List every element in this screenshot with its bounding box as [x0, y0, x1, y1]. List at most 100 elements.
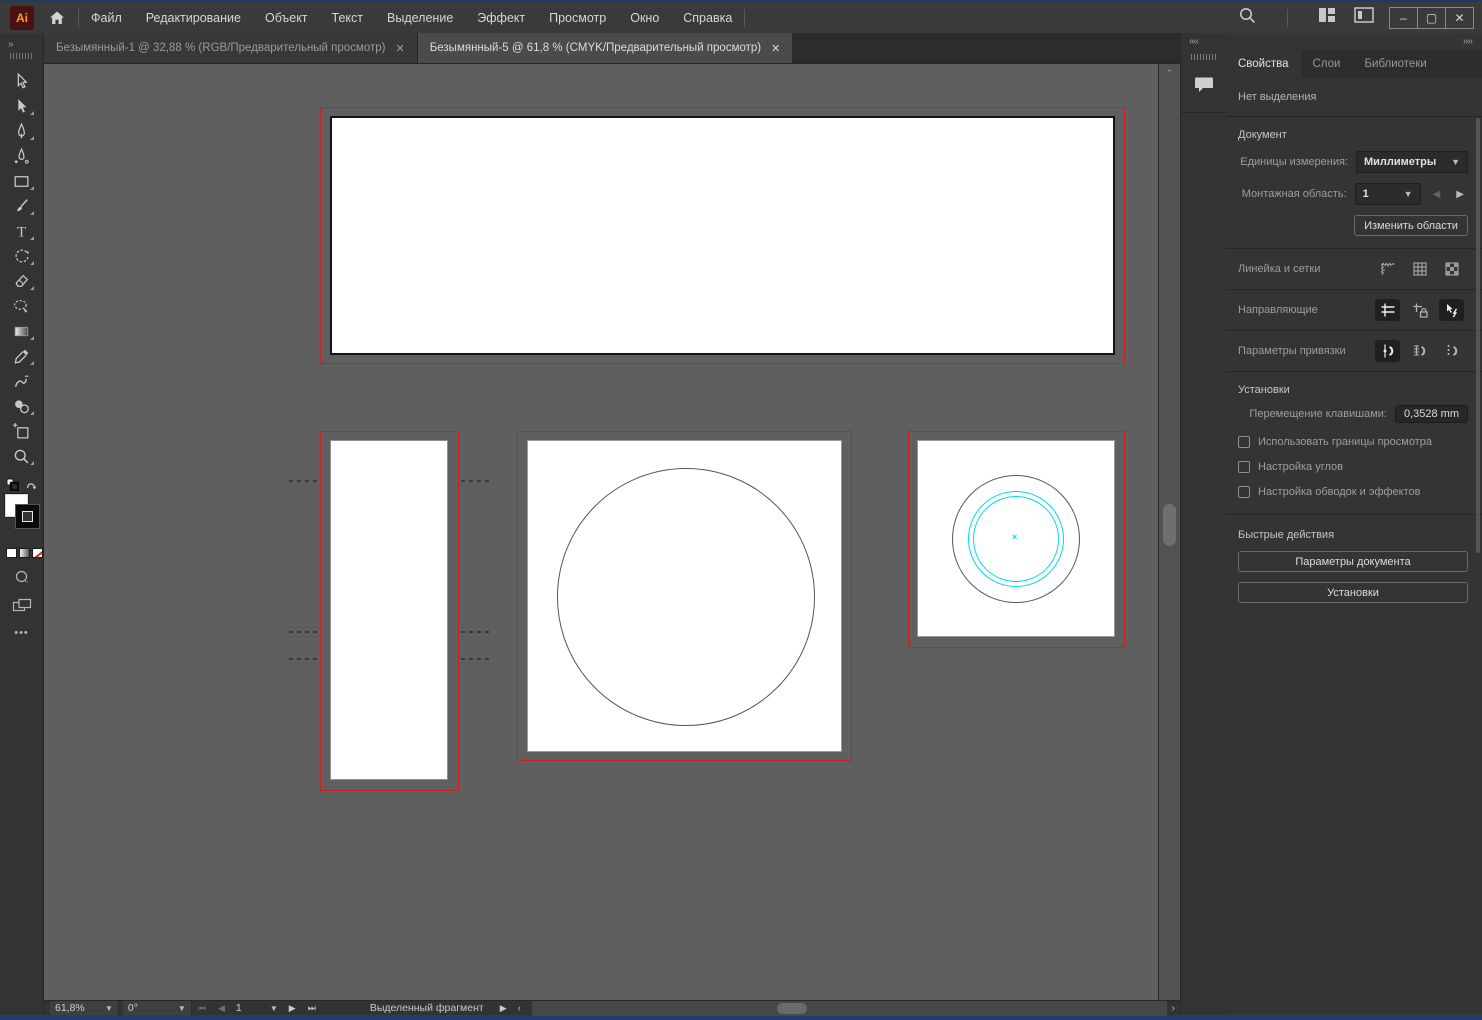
- artboard-3[interactable]: [527, 440, 842, 752]
- horizontal-scrollbar[interactable]: [532, 1001, 1167, 1016]
- menu-view[interactable]: Просмотр: [549, 11, 606, 25]
- smart-guides-icon[interactable]: [1439, 299, 1464, 321]
- next-artboard-arrow-icon[interactable]: ▶: [1452, 189, 1468, 200]
- preferences-button[interactable]: Установки: [1238, 582, 1468, 603]
- snap-to-grid-icon[interactable]: [1407, 340, 1432, 362]
- circle-shape[interactable]: [557, 468, 815, 726]
- scale-strokes-effects-checkbox[interactable]: [1238, 486, 1250, 498]
- document-setup-button[interactable]: Параметры документа: [1238, 551, 1468, 572]
- blend-tool[interactable]: [7, 395, 37, 418]
- direct-selection-tool[interactable]: [7, 95, 37, 118]
- arrange-documents-icon[interactable]: [1354, 7, 1374, 28]
- last-artboard-icon[interactable]: ⏭: [302, 1003, 322, 1014]
- zoom-tool[interactable]: [7, 445, 37, 468]
- document-tab-2[interactable]: Безымянный-5 @ 61,8 % (CMYK/Предваритель…: [418, 33, 793, 63]
- comments-panel-icon[interactable]: [1187, 68, 1221, 102]
- home-icon[interactable]: [48, 9, 66, 27]
- shaper-tool[interactable]: [7, 370, 37, 393]
- gradient-tool[interactable]: [7, 320, 37, 343]
- artboard-number-dropdown[interactable]: 1 ▼: [231, 1001, 283, 1016]
- app-logo-icon[interactable]: Ai: [10, 6, 34, 30]
- horizontal-scroll-thumb[interactable]: [777, 1003, 807, 1014]
- menu-help[interactable]: Справка: [683, 11, 732, 25]
- panel-scrollbar[interactable]: [1476, 118, 1480, 553]
- fold-mark: [461, 658, 491, 660]
- menu-type[interactable]: Текст: [332, 11, 363, 25]
- keyboard-increment-value[interactable]: 0,3528 mm: [1395, 405, 1468, 423]
- tab-libraries[interactable]: Библиотеки: [1352, 50, 1438, 78]
- menu-effect[interactable]: Эффект: [477, 11, 525, 25]
- canvas[interactable]: ×: [44, 64, 1158, 1000]
- workspace-switcher-icon[interactable]: [1318, 7, 1336, 28]
- screen-mode-icon[interactable]: [12, 598, 32, 619]
- previous-artboard-arrow-icon[interactable]: ◀: [1429, 189, 1445, 200]
- eyedropper-tool[interactable]: [7, 345, 37, 368]
- rectangle-tool[interactable]: [7, 170, 37, 193]
- more-tools-icon[interactable]: •••: [14, 627, 29, 639]
- fold-mark: [289, 631, 319, 633]
- use-preview-bounds-checkbox[interactable]: [1238, 436, 1250, 448]
- panel-strip-grip[interactable]: [1191, 54, 1217, 60]
- document-tab-1[interactable]: Безымянный-1 @ 32,88 % (RGB/Предваритель…: [44, 33, 418, 63]
- minimize-button[interactable]: –: [1389, 7, 1418, 29]
- show-guides-icon[interactable]: [1375, 299, 1400, 321]
- menu-file[interactable]: Файл: [91, 11, 122, 25]
- expand-panels-icon[interactable]: »»: [1463, 36, 1472, 47]
- artboard-2[interactable]: [330, 440, 448, 780]
- previous-artboard-icon[interactable]: ◀: [212, 1003, 231, 1014]
- color-button[interactable]: [6, 548, 17, 558]
- ruler-icon[interactable]: [1375, 258, 1400, 280]
- rotate-tool[interactable]: [7, 245, 37, 268]
- scale-corners-checkbox[interactable]: [1238, 461, 1250, 473]
- pen-tool[interactable]: [7, 120, 37, 143]
- fold-mark: [289, 658, 319, 660]
- close-tab-icon[interactable]: ✕: [396, 42, 405, 55]
- menu-edit[interactable]: Редактирование: [146, 11, 241, 25]
- toolbar-expand-icon[interactable]: »: [8, 39, 43, 50]
- window-bottom-border: [0, 1015, 1482, 1020]
- artboard-select[interactable]: 1 ▼: [1355, 183, 1421, 205]
- maximize-button[interactable]: ▢: [1417, 7, 1446, 29]
- status-expand-icon[interactable]: ▶: [494, 1003, 513, 1014]
- panel-tabs: Свойства Слои Библиотеки: [1226, 50, 1482, 78]
- close-button[interactable]: ✕: [1445, 7, 1474, 29]
- artboard-tool[interactable]: [7, 420, 37, 443]
- units-select[interactable]: Миллиметры ▼: [1356, 151, 1468, 173]
- scroll-up-icon[interactable]: ⌃: [1159, 68, 1180, 79]
- scroll-right-icon[interactable]: ›: [1167, 1003, 1180, 1014]
- none-button[interactable]: [32, 548, 43, 558]
- artboard-1[interactable]: [330, 116, 1115, 355]
- type-tool[interactable]: T: [7, 220, 37, 243]
- zoom-level-dropdown[interactable]: 61,8% ▼: [50, 1001, 119, 1016]
- search-icon[interactable]: [1238, 6, 1257, 30]
- next-artboard-icon[interactable]: ▶: [283, 1003, 302, 1014]
- scroll-left-icon[interactable]: ‹: [513, 1003, 526, 1014]
- snap-to-point-icon[interactable]: [1375, 340, 1400, 362]
- stroke-swatch[interactable]: [16, 505, 39, 528]
- vertical-scrollbar[interactable]: ⌃: [1158, 64, 1180, 1000]
- selection-tool[interactable]: [7, 70, 37, 93]
- eraser-tool[interactable]: [7, 270, 37, 293]
- drawing-mode-icon[interactable]: [13, 568, 30, 590]
- close-tab-icon[interactable]: ✕: [771, 42, 780, 55]
- menu-window[interactable]: Окно: [630, 11, 659, 25]
- transparency-grid-icon[interactable]: [1439, 258, 1464, 280]
- tab-layers[interactable]: Слои: [1301, 50, 1353, 78]
- grid-icon[interactable]: [1407, 258, 1432, 280]
- vertical-scroll-thumb[interactable]: [1163, 504, 1176, 546]
- collapse-panels-icon[interactable]: ««: [1181, 33, 1226, 50]
- curvature-tool[interactable]: [7, 145, 37, 168]
- lasso-tool[interactable]: [7, 295, 37, 318]
- lock-guides-icon[interactable]: [1407, 299, 1432, 321]
- first-artboard-icon[interactable]: ⏮: [192, 1003, 212, 1014]
- edit-artboards-button[interactable]: Изменить области: [1354, 215, 1468, 236]
- artboard-4[interactable]: ×: [917, 440, 1115, 637]
- menu-select[interactable]: Выделение: [387, 11, 453, 25]
- rotation-dropdown[interactable]: 0° ▼: [123, 1001, 192, 1016]
- toolbar-grip[interactable]: [10, 53, 34, 59]
- snap-to-pixel-icon[interactable]: [1439, 340, 1464, 362]
- gradient-button[interactable]: [19, 548, 30, 558]
- paintbrush-tool[interactable]: [7, 195, 37, 218]
- tab-properties[interactable]: Свойства: [1226, 50, 1301, 78]
- menu-object[interactable]: Объект: [265, 11, 308, 25]
